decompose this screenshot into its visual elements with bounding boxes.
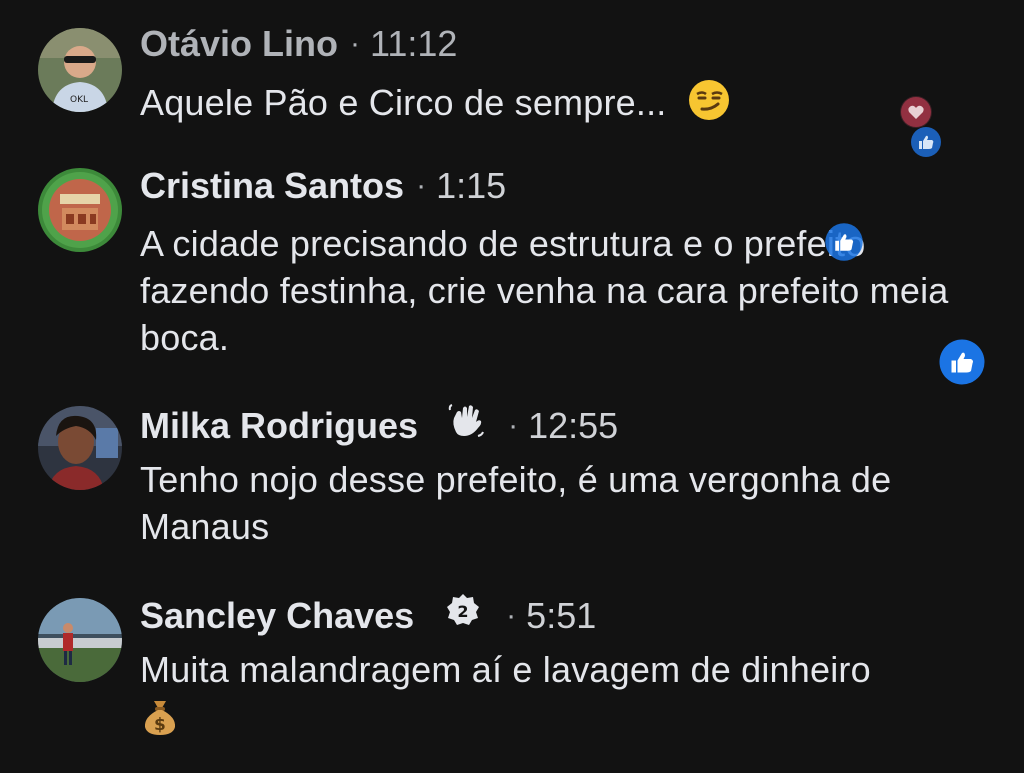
avatar[interactable]: [38, 406, 122, 490]
timestamp[interactable]: 5:51: [526, 594, 596, 638]
svg-text:OKL: OKL: [70, 95, 88, 105]
svg-text:2: 2: [458, 602, 469, 621]
timestamp[interactable]: 11:12: [370, 22, 457, 66]
avatar[interactable]: [38, 168, 122, 252]
comment-text: Aquele Pão e Circo de sempre...: [140, 78, 980, 133]
person-photo-avatar-icon: [38, 406, 122, 490]
timestamp[interactable]: 1:15: [436, 164, 506, 208]
separator-dot: ·: [508, 409, 519, 442]
comment-text: Tenho nojo desse prefeito, é uma vergonh…: [140, 459, 892, 547]
like-reaction-icon[interactable]: [938, 338, 986, 386]
money-bag-emoji-icon: $: [140, 695, 180, 748]
separator-dot: ·: [506, 599, 517, 632]
separator-dot: ·: [350, 27, 360, 60]
author-name[interactable]: Cristina Santos: [140, 164, 404, 208]
separator-dot: ·: [416, 169, 427, 202]
author-name[interactable]: Otávio Lino: [140, 22, 338, 66]
love-reaction-icon[interactable]: [900, 96, 932, 128]
comment-header: Cristina Santos · 1:15: [140, 164, 506, 208]
comment-text-content: Muita malandragem aí e lavagem de dinhei…: [140, 649, 871, 690]
comment-header: Sancley Chaves 2 · 5:51: [140, 592, 596, 640]
comment-text-content: Aquele Pão e Circo de sempre...: [140, 82, 667, 124]
avatar[interactable]: OKL: [38, 28, 122, 112]
person-photo-avatar-icon: [38, 598, 122, 682]
like-reaction-icon[interactable]: [910, 126, 942, 158]
smirk-emoji-icon: [687, 78, 731, 133]
author-name[interactable]: Sancley Chaves: [140, 594, 414, 638]
shop-photo-avatar-icon: [38, 168, 122, 252]
comment-header: Milka Rodrigues · 12:55: [140, 402, 618, 450]
wave-hand-icon: [448, 402, 485, 450]
comment-header: Otávio Lino · 11:12: [140, 22, 457, 66]
author-name[interactable]: Milka Rodrigues: [140, 404, 418, 448]
person-photo-avatar-icon: OKL: [38, 28, 122, 112]
like-reaction-icon[interactable]: [824, 222, 864, 262]
svg-text:$: $: [154, 715, 166, 735]
avatar[interactable]: [38, 598, 122, 682]
timestamp[interactable]: 12:55: [528, 404, 618, 448]
top-fan-2-badge-icon[interactable]: 2: [444, 592, 482, 640]
comment-text: Muita malandragem aí e lavagem de dinhei…: [140, 646, 980, 748]
